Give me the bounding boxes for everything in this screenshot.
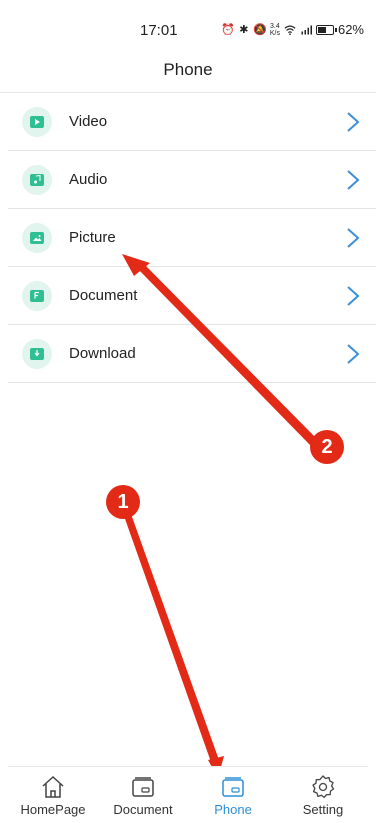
nav-phone[interactable]: Phone	[193, 774, 273, 817]
nav-homepage[interactable]: HomePage	[13, 774, 93, 817]
audio-icon	[22, 164, 52, 195]
nav-document[interactable]: Document	[103, 774, 183, 817]
gear-icon	[312, 774, 335, 798]
list-item-label: Audio	[69, 171, 108, 188]
download-icon	[22, 338, 52, 369]
home-icon	[42, 775, 64, 798]
category-list: Video Audio Picture Document Download	[0, 93, 376, 383]
page-title: Phone	[163, 60, 213, 79]
annotation-badge-1: 1	[106, 485, 140, 519]
status-bar: 17:01 ⏰ ✱ 🔕 3.4 K/s 62%	[0, 0, 376, 56]
list-item-audio[interactable]: Audio	[8, 151, 376, 209]
bottom-nav: HomePage Document Phone Setting	[8, 766, 368, 823]
list-item-label: Download	[69, 345, 136, 362]
picture-icon	[22, 222, 52, 253]
mute-icon: 🔕	[253, 24, 267, 36]
status-time: 17:01	[140, 22, 178, 39]
video-icon	[22, 106, 52, 137]
list-item-label: Video	[69, 113, 108, 130]
document-folder-icon	[132, 776, 154, 797]
network-speed-unit: K/s	[269, 29, 280, 37]
nav-label: Phone	[214, 801, 252, 817]
annotation-badge-2: 2	[310, 430, 344, 464]
status-icons: ⏰ ✱ 🔕 3.4 K/s 62%	[221, 22, 364, 37]
alarm-icon: ⏰	[221, 24, 235, 36]
chevron-right-icon	[347, 169, 360, 190]
network-speed-value: 3.4	[270, 22, 280, 30]
list-item-document[interactable]: Document	[8, 267, 376, 325]
chevron-right-icon	[347, 285, 360, 306]
chevron-right-icon	[347, 227, 360, 248]
battery-icon	[315, 24, 337, 35]
network-speed: 3.4 K/s	[270, 23, 280, 37]
nav-setting[interactable]: Setting	[283, 774, 363, 817]
chevron-right-icon	[347, 111, 360, 132]
bluetooth-icon: ✱	[239, 24, 249, 36]
nav-label: Document	[113, 801, 173, 817]
list-item-label: Picture	[69, 229, 116, 246]
cell-signal-icon	[300, 24, 312, 36]
list-item-download[interactable]: Download	[8, 325, 376, 383]
nav-label: HomePage	[20, 801, 86, 817]
list-item-label: Document	[69, 287, 138, 304]
nav-label: Setting	[302, 801, 344, 817]
battery-percent: 62%	[337, 22, 364, 37]
phone-storage-icon	[222, 776, 244, 797]
wifi-icon	[284, 24, 296, 36]
document-icon	[22, 280, 52, 311]
list-item-video[interactable]: Video	[8, 93, 376, 151]
list-item-picture[interactable]: Picture	[8, 209, 376, 267]
chevron-right-icon	[347, 343, 360, 364]
annotation-arrow-1	[124, 514, 219, 762]
